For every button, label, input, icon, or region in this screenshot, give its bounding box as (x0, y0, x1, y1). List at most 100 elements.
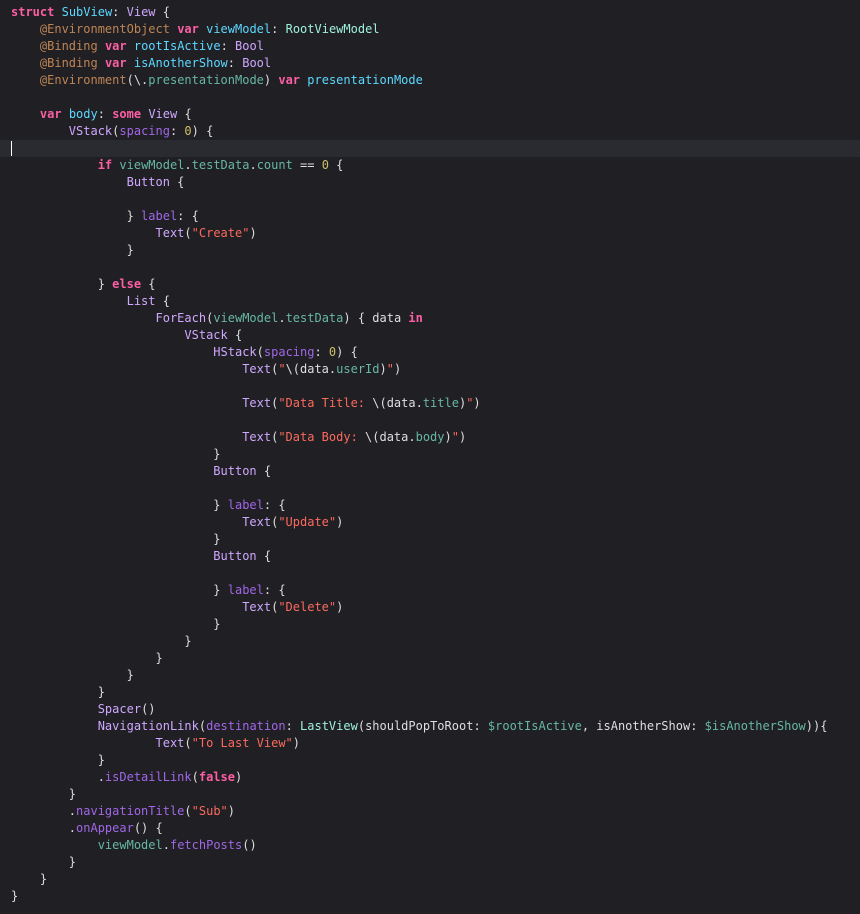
code-line[interactable]: } (0, 854, 860, 871)
code-line[interactable]: .isDetailLink(false) (0, 769, 860, 786)
code-line[interactable]: Text("Update") (0, 514, 860, 531)
code-token: destination (206, 719, 286, 733)
code-token: == (292, 158, 322, 172)
code-line[interactable] (0, 565, 860, 582)
code-token: \(data. (365, 430, 416, 444)
code-line[interactable]: } (0, 616, 860, 633)
code-token: ( (184, 736, 192, 750)
code-token: struct (11, 5, 55, 19)
code-token: viewModel (206, 22, 272, 36)
code-line[interactable]: var body: some View { (0, 106, 860, 123)
code-line[interactable]: struct SubView: View { (0, 4, 860, 21)
code-line[interactable] (0, 191, 860, 208)
code-line[interactable]: .onAppear() { (0, 820, 860, 837)
code-line[interactable]: } (0, 633, 860, 650)
code-token: var (177, 22, 199, 36)
code-token: spacing (119, 124, 170, 138)
code-line[interactable]: @Environment(\.presentationMode) var pre… (0, 72, 860, 89)
code-token: "To Last View" (191, 736, 293, 750)
code-token: Text (155, 226, 185, 240)
code-line[interactable] (0, 140, 860, 157)
code-line[interactable]: } (0, 531, 860, 548)
code-token: { (256, 464, 272, 478)
code-line[interactable]: Text("Data Body: \(data.body)") (0, 429, 860, 446)
code-line[interactable]: VStack { (0, 327, 860, 344)
code-line[interactable] (0, 378, 860, 395)
code-line[interactable]: viewModel.fetchPosts() (0, 837, 860, 854)
code-token: @Binding (39, 39, 98, 53)
code-line[interactable]: ForEach(viewModel.testData) { data in (0, 310, 860, 327)
code-line[interactable]: NavigationLink(destination: LastView(sho… (0, 718, 860, 735)
code-token: )) (805, 719, 821, 733)
code-token: } (11, 753, 105, 767)
code-token: ) (393, 362, 402, 376)
code-line[interactable]: @Binding var rootIsActive: Bool (0, 38, 860, 55)
code-line[interactable]: } (0, 888, 860, 905)
code-token: } (11, 872, 48, 886)
code-token: () { (133, 821, 163, 835)
code-line[interactable] (0, 259, 860, 276)
code-token: (\. (126, 73, 149, 87)
code-token: Button (126, 175, 170, 189)
code-line[interactable] (0, 89, 860, 106)
code-line[interactable]: } else { (0, 276, 860, 293)
code-line[interactable]: } (0, 446, 860, 463)
code-line[interactable]: HStack(spacing: 0) { (0, 344, 860, 361)
code-line[interactable]: VStack(spacing: 0) { (0, 123, 860, 140)
code-line[interactable] (0, 412, 860, 429)
code-token: ( (184, 226, 192, 240)
code-line[interactable]: } (0, 684, 860, 701)
code-line[interactable]: } (0, 752, 860, 769)
code-token: SubView (61, 5, 113, 19)
code-token: { (169, 175, 185, 189)
code-line[interactable]: } label: { (0, 582, 860, 599)
code-line[interactable]: } (0, 786, 860, 803)
code-line[interactable]: Text("To Last View") (0, 735, 860, 752)
code-token: fetchPosts (169, 838, 243, 852)
code-line[interactable]: if viewModel.testData.count == 0 { (0, 157, 860, 174)
code-line[interactable]: Text("Data Title: \(data.title)") (0, 395, 860, 412)
code-token: { (177, 107, 192, 121)
code-token: { (141, 277, 156, 291)
code-line[interactable]: List { (0, 293, 860, 310)
code-token: , (581, 719, 597, 733)
code-line[interactable]: } label: { (0, 497, 860, 514)
code-token: View (126, 5, 156, 19)
code-editor[interactable]: struct SubView: View { @EnvironmentObjec… (0, 0, 860, 914)
code-token: presentationMode (148, 73, 264, 87)
code-line[interactable]: Button { (0, 463, 860, 480)
code-line[interactable]: Spacer() (0, 701, 860, 718)
code-line[interactable]: Text("Create") (0, 225, 860, 242)
code-line[interactable]: Text("\(data.userId)") (0, 361, 860, 378)
code-line[interactable]: } label: { (0, 208, 860, 225)
code-line[interactable]: } (0, 650, 860, 667)
code-token: } (11, 498, 228, 512)
code-token: isAnotherShow (133, 56, 228, 70)
code-token: "Update" (278, 515, 337, 529)
code-token: : (97, 107, 113, 121)
code-token: ) (444, 430, 452, 444)
code-token: shouldPopToRoot (365, 719, 474, 733)
code-token: VStack (68, 124, 113, 138)
code-token: some (112, 107, 142, 121)
code-line[interactable]: } (0, 242, 860, 259)
code-line[interactable]: Text("Delete") (0, 599, 860, 616)
code-line[interactable]: } (0, 871, 860, 888)
code-token: var (104, 39, 127, 53)
code-token: : (314, 345, 329, 359)
code-line[interactable]: @Binding var isAnotherShow: Bool (0, 55, 860, 72)
code-line[interactable]: Button { (0, 548, 860, 565)
code-line[interactable]: .navigationTitle("Sub") (0, 803, 860, 820)
code-line[interactable] (0, 480, 860, 497)
code-line[interactable]: Button { (0, 174, 860, 191)
code-token: View (148, 107, 178, 121)
code-token: . (162, 838, 170, 852)
code-line[interactable]: } (0, 667, 860, 684)
code-line[interactable]: @EnvironmentObject var viewModel: RootVi… (0, 21, 860, 38)
